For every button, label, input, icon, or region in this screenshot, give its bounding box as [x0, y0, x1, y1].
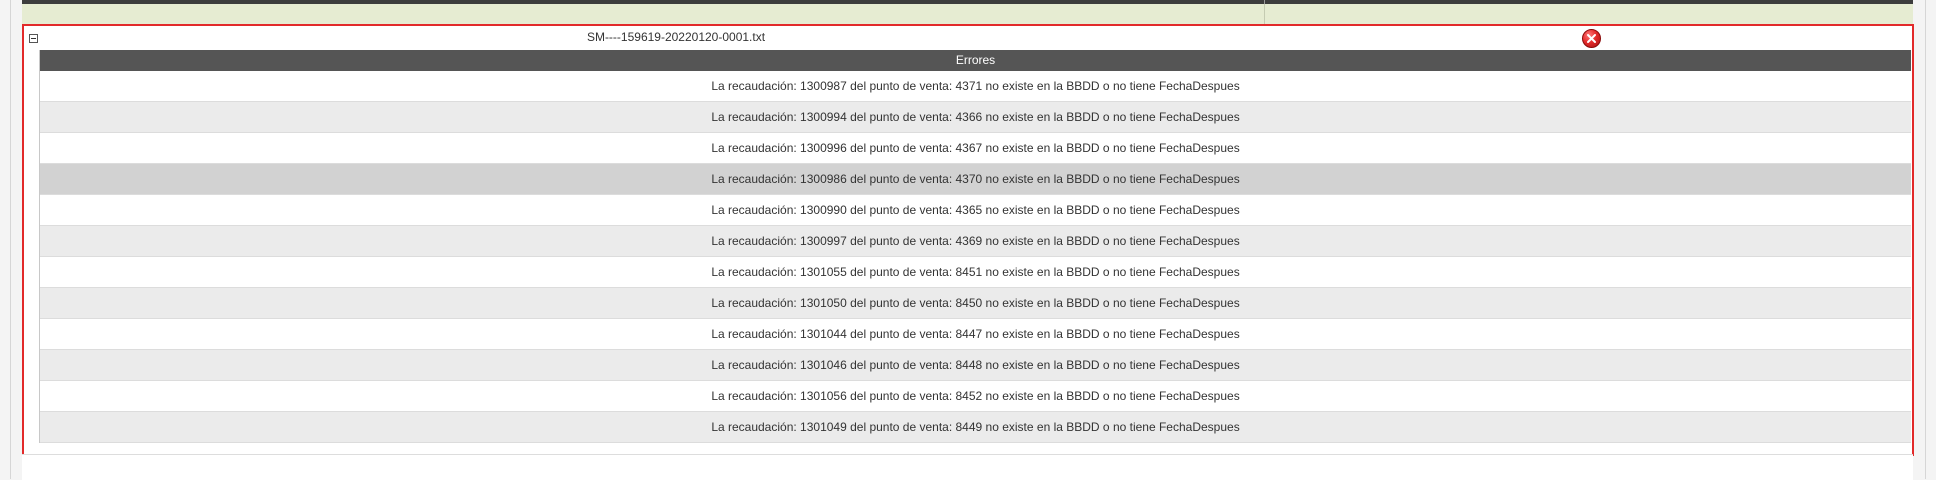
- error-row[interactable]: La recaudación: 1300994 del punto de ven…: [40, 102, 1911, 133]
- errors-table-header: Errores: [40, 50, 1911, 71]
- error-row[interactable]: La recaudación: 1300996 del punto de ven…: [40, 133, 1911, 164]
- error-row[interactable]: La recaudación: 1300987 del punto de ven…: [40, 71, 1911, 102]
- error-row[interactable]: La recaudación: 1301055 del punto de ven…: [40, 257, 1911, 288]
- file-name-label: SM----159619-20220120-0001.txt: [586, 30, 766, 44]
- error-row[interactable]: La recaudación: 1300997 del punto de ven…: [40, 226, 1911, 257]
- grid-filter-strip: [22, 4, 1913, 24]
- file-group-header: SM----159619-20220120-0001.txt: [24, 26, 1912, 50]
- error-row[interactable]: La recaudación: 1301056 del punto de ven…: [40, 381, 1911, 412]
- x-mark-icon: [1587, 34, 1596, 43]
- error-row[interactable]: La recaudación: 1301050 del punto de ven…: [40, 288, 1911, 319]
- error-row[interactable]: La recaudación: 1300986 del punto de ven…: [40, 164, 1911, 195]
- errors-table-body: La recaudación: 1300987 del punto de ven…: [40, 71, 1911, 443]
- error-row[interactable]: La recaudación: 1300990 del punto de ven…: [40, 195, 1911, 226]
- grid-footer-area: [22, 454, 1913, 480]
- error-row[interactable]: La recaudación: 1301049 del punto de ven…: [40, 412, 1911, 443]
- outer-right-border: [1925, 0, 1926, 479]
- file-group-panel: SM----159619-20220120-0001.txt Errores L…: [22, 24, 1914, 456]
- error-row[interactable]: La recaudación: 1301044 del punto de ven…: [40, 319, 1911, 350]
- outer-left-border: [10, 0, 11, 479]
- red-circle-x-icon[interactable]: [1582, 29, 1601, 48]
- error-row[interactable]: La recaudación: 1301046 del punto de ven…: [40, 350, 1911, 381]
- column-separator: [1264, 4, 1265, 24]
- errors-table: Errores La recaudación: 1300987 del punt…: [39, 50, 1911, 443]
- collapse-minus-icon[interactable]: [29, 34, 38, 43]
